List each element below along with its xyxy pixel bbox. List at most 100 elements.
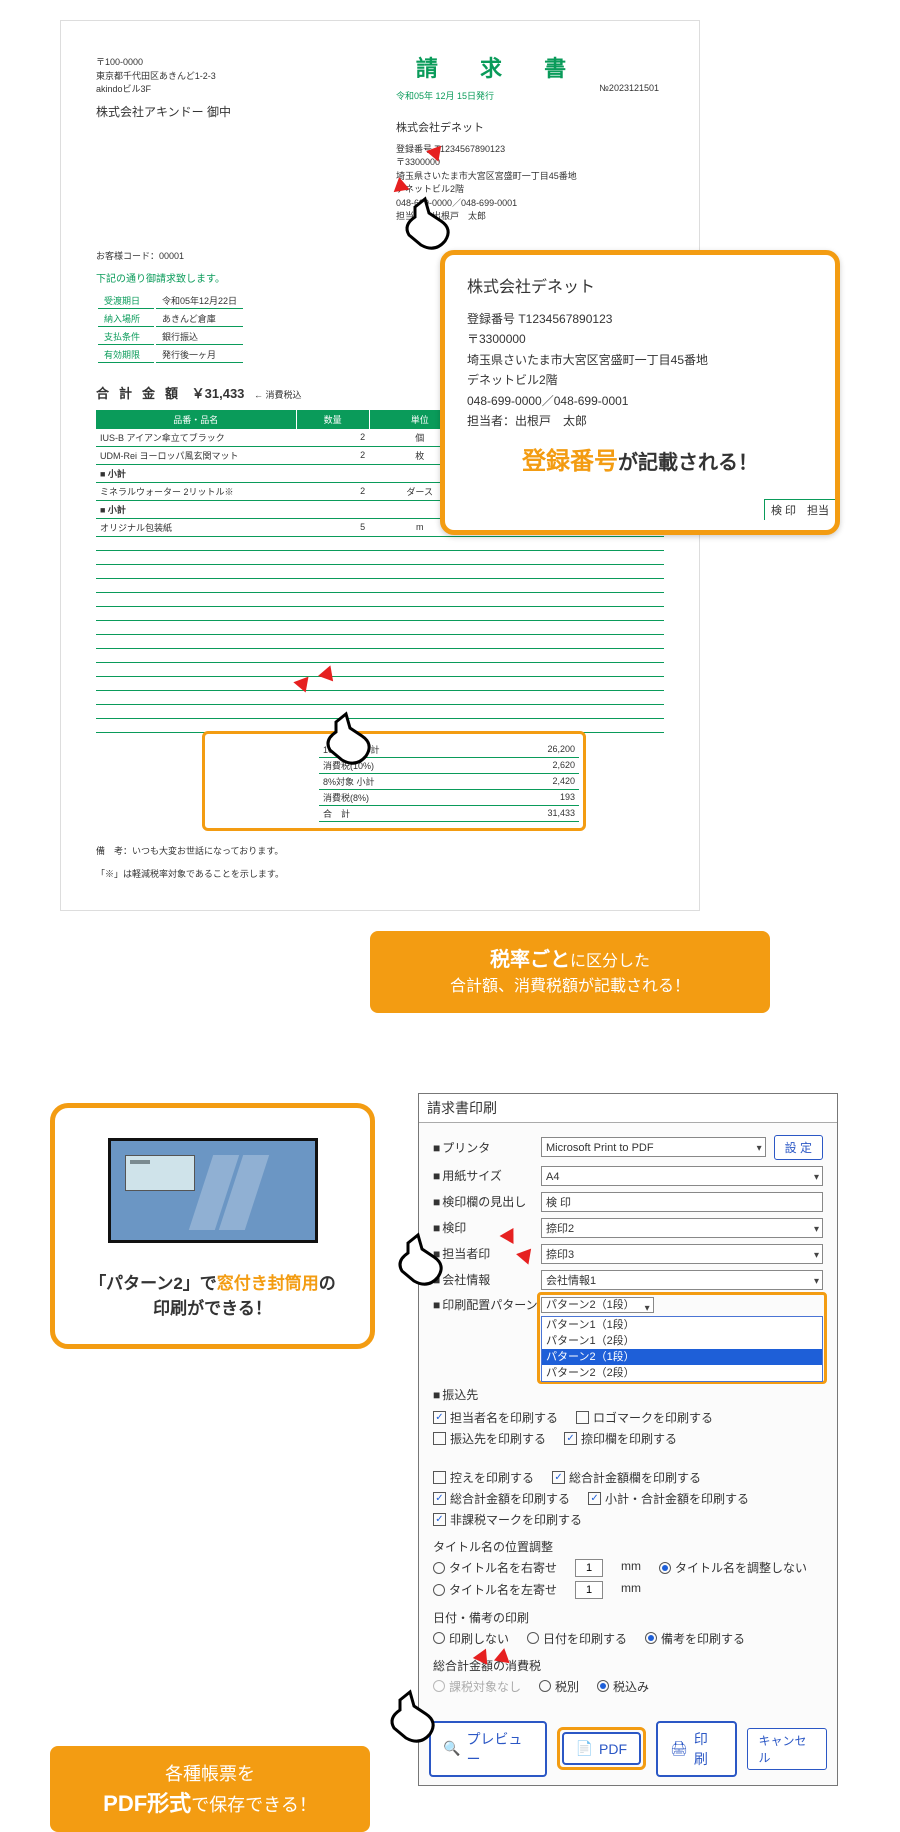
preview-icon: 🔍 [443,1740,460,1757]
pattern-dropdown[interactable]: パターン1（1段） パターン1（2段） パターン2（1段） パターン2（2段） [541,1316,823,1382]
summary-row: 消費税(8%)193 [319,789,579,805]
date-remark-group: 日付・備考の印刷 [433,1609,823,1626]
pattern-option[interactable]: パターン2（2段） [542,1365,822,1381]
sender-addr: 東京都千代田区あきんど1-2-3 [96,70,231,84]
table-row [96,578,664,592]
chk-copy[interactable]: 控えを印刷する [433,1469,534,1486]
chk-logo[interactable]: ロゴマークを印刷する [576,1409,713,1426]
printer-select[interactable]: Microsoft Print to PDF▾ [541,1137,766,1157]
sealhead-label: 検印欄の見出し [433,1193,541,1210]
callout-reg: 登録番号 T1234567890123 [467,309,813,329]
paper-select[interactable]: A4▾ [541,1166,823,1186]
sender-bldg: akindoビル3F [96,83,231,97]
rad-date[interactable]: 日付を印刷する [527,1630,627,1647]
rad-none[interactable]: 課税対象なし [433,1678,521,1695]
pattern-option[interactable]: パターン1（2段） [542,1333,822,1349]
pointing-hand-icon [395,195,459,259]
paper-label: 用紙サイズ [433,1167,541,1184]
callout-seal-header: 検 印 担当 [764,499,835,520]
rad-noadj[interactable]: タイトル名を調整しない [659,1559,807,1577]
pointing-hand-icon [388,1231,452,1295]
dialog-title: 請求書印刷 [419,1094,837,1123]
table-row [96,648,664,662]
print-dialog: 請求書印刷 プリンタ Microsoft Print to PDF▾ 設 定 用… [418,1093,838,1786]
pointing-hand-icon [380,1688,444,1752]
callout-addr: 埼玉県さいたま市大宮区宮盛町一丁目45番地 [467,350,813,370]
pattern-option[interactable]: パターン1（1段） [542,1317,822,1333]
table-row [96,536,664,550]
table-row [96,662,664,676]
person-select[interactable]: 捺印3▾ [541,1244,823,1264]
settings-button[interactable]: 設 定 [774,1135,823,1160]
chk-grand[interactable]: ✓総合計金額欄を印刷する [552,1469,701,1486]
left-offset-input[interactable] [575,1581,603,1599]
cancel-button[interactable]: キャンセル [747,1728,827,1770]
chk-notax[interactable]: ✓非課税マークを印刷する [433,1511,582,1528]
rad-noprint[interactable]: 印刷しない [433,1630,509,1647]
table-row [96,606,664,620]
chk-sealcol[interactable]: ✓捺印欄を印刷する [564,1430,677,1447]
table-row [96,564,664,578]
invoice-meta: 受渡期日令和05年12月22日 納入場所あきんど倉庫 支払条件銀行振込 有効期限… [96,291,245,365]
chevron-down-icon: ▾ [814,1247,819,1265]
chk-grandv[interactable]: ✓総合計金額を印刷する [433,1490,570,1507]
chevron-down-icon: ▾ [814,1169,819,1187]
rad-right[interactable]: タイトル名を右寄せ [433,1559,557,1577]
sealhead-input[interactable]: 検 印 [541,1192,823,1212]
preview-button[interactable]: 🔍プレビュー [429,1721,547,1777]
table-row [96,690,664,704]
invoice-remark2: 「※」は軽減税率対象であることを示します。 [96,867,664,880]
sender-postal: 〒100-0000 [96,56,231,70]
printer-icon: 🖨 [670,1740,688,1757]
callout-person: 担当者：出根戸 太郎 [467,411,813,431]
pattern-option-selected[interactable]: パターン2（1段） [542,1349,822,1365]
envelope-illustration [108,1138,318,1243]
invoice-remark1: 備 考：いつも大変お世話になっております。 [96,844,664,857]
rad-left[interactable]: タイトル名を左寄せ [433,1581,557,1599]
rad-incl[interactable]: 税込み [597,1678,649,1695]
tax-group: 総合計金額の消費税 [433,1657,823,1674]
rad-excl[interactable]: 税別 [539,1678,579,1695]
tax-rate-banner: 税率ごとに区分した 合計額、消費税額が記載される！ [370,931,770,1013]
chevron-down-icon: ▾ [757,1140,762,1158]
company-addr: 埼玉県さいたま市大宮区宮盛町一丁目45番地 [396,170,664,184]
rad-remark[interactable]: 備考を印刷する [645,1630,745,1647]
summary-highlight-box: 10%対象 小計26,200消費税(10%)2,6208%対象 小計2,420消… [202,731,586,831]
chk-person[interactable]: ✓担当者名を印刷する [433,1409,558,1426]
pattern-select[interactable]: パターン2（1段）▾ [541,1297,654,1313]
chk-dest[interactable]: 振込先を印刷する [433,1430,546,1447]
company-name: 株式会社デネット [396,120,664,137]
invoice-number: №2023121501 [599,83,659,93]
pointing-hand-icon [316,710,380,774]
chevron-down-icon: ▾ [814,1273,819,1291]
pdf-highlight-box: 📄PDF [557,1727,646,1770]
table-row [96,620,664,634]
table-row [96,592,664,606]
table-row [96,550,664,564]
title-adjust-group: タイトル名の位置調整 [433,1538,823,1555]
sender-name: 株式会社アキンドー 御中 [96,103,231,121]
summary-row: 8%対象 小計2,420 [319,773,579,789]
right-offset-input[interactable] [575,1559,603,1577]
pattern-label: 印刷配置パターン [433,1296,541,1313]
summary-row: 合 計31,433 [319,805,579,821]
company-select[interactable]: 会社情報1▾ [541,1270,823,1290]
envelope-callout: 「パターン2」で窓付き封筒用の 印刷ができる！ [50,1103,375,1349]
chevron-down-icon: ▾ [814,1221,819,1239]
callout-bldg: デネットビル2階 [467,370,813,390]
red-arrow-icon [494,1646,512,1663]
pdf-icon: 📄 [576,1740,593,1757]
print-button[interactable]: 🖨印 刷 [656,1721,737,1777]
table-row [96,676,664,690]
registration-callout: 株式会社デネット 登録番号 T1234567890123 〒3300000 埼玉… [440,250,840,535]
callout-caption: 登録番号が記載される！ [467,431,813,480]
printer-label: プリンタ [433,1139,541,1156]
chk-subtot[interactable]: ✓小計・合計金額を印刷する [588,1490,749,1507]
pdf-button[interactable]: 📄PDF [562,1732,641,1765]
callout-postal: 〒3300000 [467,329,813,349]
invoice-title: 請 求 書 [336,51,664,83]
pdf-banner: 各種帳票を PDF形式で保存できる！ [50,1746,370,1832]
seal-select[interactable]: 捺印2▾ [541,1218,823,1238]
callout-company: 株式会社デネット [467,273,813,297]
table-row [96,634,664,648]
